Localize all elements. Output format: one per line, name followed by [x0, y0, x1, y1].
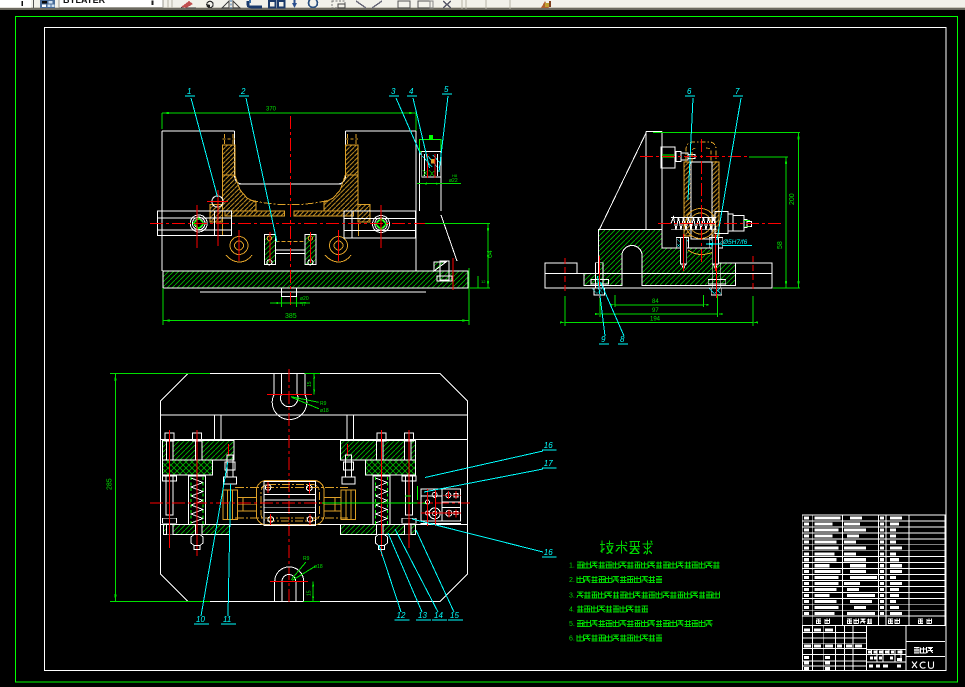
svg-text:3.: 3.	[569, 593, 575, 600]
svg-text:H8: H8	[452, 173, 458, 178]
svg-text:R9: R9	[303, 556, 310, 562]
svg-text:7: 7	[735, 87, 740, 96]
svg-text:BYLAYER: BYLAYER	[63, 0, 106, 5]
svg-text:84: 84	[652, 299, 659, 305]
svg-text:16: 16	[544, 441, 553, 450]
svg-text:5.: 5.	[569, 621, 575, 628]
svg-text:6: 6	[687, 87, 692, 96]
svg-text:R9: R9	[320, 401, 327, 407]
svg-text:2.: 2.	[569, 577, 575, 584]
svg-text:4.: 4.	[569, 607, 575, 614]
svg-text:385: 385	[285, 313, 297, 320]
svg-text:ø22: ø22	[449, 178, 458, 184]
svg-text:10: 10	[196, 615, 205, 624]
svg-text:11: 11	[223, 615, 231, 624]
svg-text:12: 12	[397, 611, 406, 620]
svg-text:9: 9	[601, 335, 606, 344]
svg-text:ø18: ø18	[314, 564, 323, 570]
svg-text:1.: 1.	[569, 563, 575, 570]
svg-text:Ø5H7/f6: Ø5H7/f6	[722, 239, 748, 246]
svg-text:15: 15	[307, 590, 313, 596]
svg-text:4: 4	[409, 87, 414, 96]
svg-text:97: 97	[652, 308, 659, 314]
svg-text:6.: 6.	[569, 636, 575, 643]
svg-text:12: 12	[481, 279, 486, 284]
svg-text:13: 13	[418, 611, 427, 620]
svg-text:285: 285	[107, 478, 114, 490]
svg-text:17: 17	[544, 459, 553, 468]
svg-text:2: 2	[240, 87, 246, 96]
svg-text:1: 1	[187, 87, 191, 96]
svg-text:15: 15	[450, 611, 459, 620]
svg-text:f7: f7	[302, 302, 306, 308]
svg-text:5: 5	[444, 85, 449, 94]
svg-text:14: 14	[434, 611, 443, 620]
svg-text:58: 58	[777, 241, 784, 249]
svg-text:15: 15	[307, 381, 313, 387]
svg-text:200: 200	[789, 193, 796, 205]
svg-text:194: 194	[650, 316, 661, 322]
svg-text:370: 370	[266, 107, 277, 113]
svg-text:ø18: ø18	[320, 408, 329, 414]
svg-text:3: 3	[391, 87, 396, 96]
svg-text:16: 16	[544, 548, 553, 557]
svg-text:8: 8	[620, 335, 625, 344]
svg-text:64: 64	[487, 250, 494, 258]
